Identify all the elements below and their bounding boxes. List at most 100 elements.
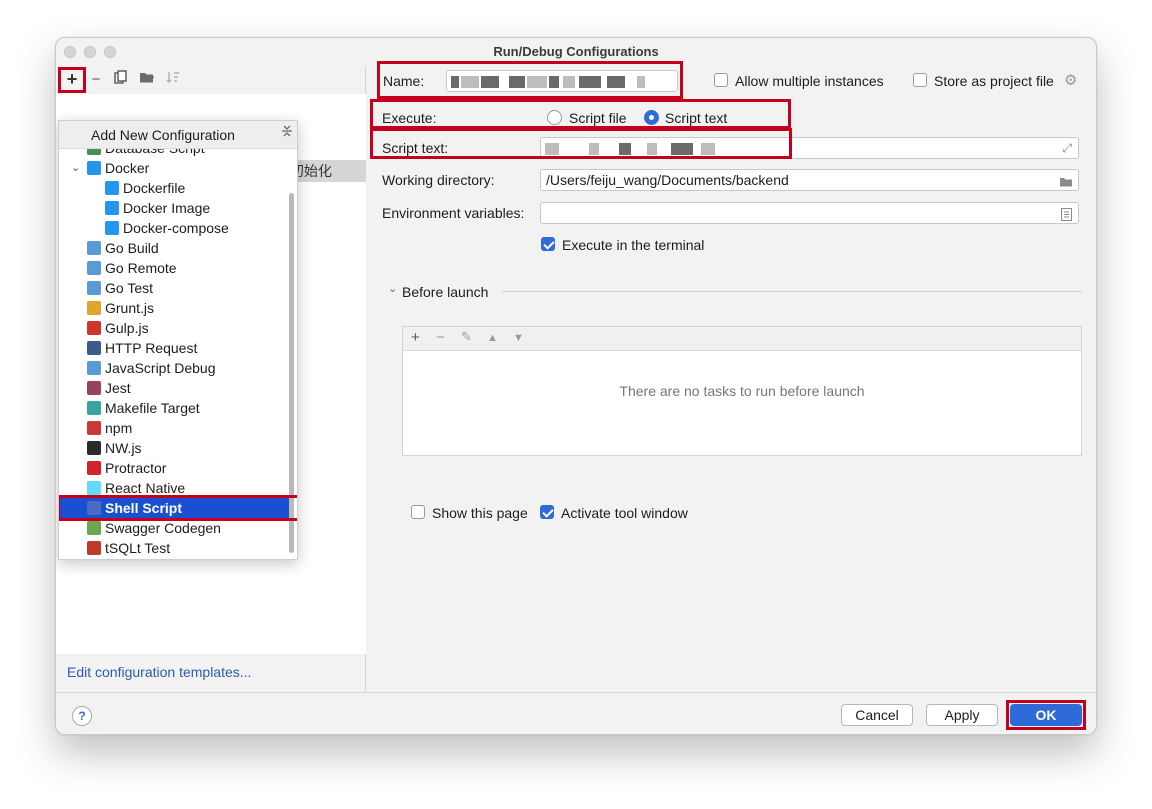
popup-item-label: Swagger Codegen [105,520,221,536]
execute-terminal-checkbox[interactable] [541,237,555,251]
before-launch-tasks: + − ✎ ▲ ▼ There are no tasks to run befo… [402,326,1082,456]
execute-terminal-label: Execute in the terminal [562,237,705,253]
popup-item-shell-script[interactable]: Shell Script [59,498,289,518]
popup-item-label: Gulp.js [105,320,149,336]
working-dir-value: /Users/feiju_wang/Documents/backend [546,172,789,188]
minus-icon[interactable]: − [85,69,107,91]
remove-task-icon[interactable]: − [436,329,445,346]
popup-item-dockerfile[interactable]: Dockerfile [59,178,289,198]
popup-item-go-test[interactable]: Go Test [59,278,289,298]
move-down-icon[interactable]: ▼ [513,332,524,344]
go-remote-icon [87,261,101,275]
sort-icon[interactable] [162,69,184,91]
popup-item-label: Docker [105,160,150,176]
script-text-option-label: Script text [665,110,728,126]
gear-icon[interactable]: ⚙ [1064,71,1077,89]
popup-item-label: npm [105,420,133,436]
nwjs-icon [87,441,101,455]
tsqlt-icon [87,541,101,555]
popup-item-database-script[interactable]: Database Script [59,149,289,158]
react-icon [87,481,101,495]
collapse-icon[interactable] [281,124,293,141]
popup-item-label: JavaScript Debug [105,360,216,376]
popup-item-go-build[interactable]: Go Build [59,238,289,258]
popup-item-protractor[interactable]: Protractor [59,458,289,478]
shell-script-icon [87,501,101,515]
popup-item-jest[interactable]: Jest [59,378,289,398]
popup-item-javascript-debug[interactable]: JavaScript Debug [59,358,289,378]
popup-scrollbar[interactable] [289,193,294,553]
before-launch-label[interactable]: Before launch [402,284,488,300]
edit-task-icon[interactable]: ✎ [461,329,472,345]
activate-tool-checkbox[interactable] [540,505,554,519]
popup-item-docker[interactable]: ⌄ Docker [59,158,289,178]
popup-item-gulp-js[interactable]: Gulp.js [59,318,289,338]
popup-item-swagger-codegen[interactable]: Swagger Codegen [59,518,289,538]
script-text-label: Script text: [382,140,449,156]
edit-templates-link[interactable]: Edit configuration templates... [67,664,251,680]
add-task-icon[interactable]: + [411,329,420,346]
configuration-type-list: Database Script ⌄ Docker Dockerfile Docker I… [59,149,297,559]
script-text-radio[interactable] [644,110,659,125]
popup-item-tsqlt-test[interactable]: tSQLt Test [59,538,289,558]
popup-item-label: NW.js [105,440,142,456]
close-window-icon[interactable] [64,46,76,58]
popup-item-grunt-js[interactable]: Grunt.js [59,298,289,318]
popup-item-nw-js[interactable]: NW.js [59,438,289,458]
name-field[interactable] [446,70,678,92]
allow-multiple-checkbox[interactable] [714,73,728,87]
api-icon [87,341,101,355]
plus-icon[interactable]: + [58,67,86,93]
script-text-field[interactable]: ⤢ [540,137,1079,159]
minimize-window-icon[interactable] [84,46,96,58]
popup-item-docker-image[interactable]: Docker Image [59,198,289,218]
name-label: Name: [383,73,425,89]
go-build-icon [87,241,101,255]
database-script-icon [87,149,101,155]
env-vars-label: Environment variables: [382,205,525,221]
popup-item-label: Makefile Target [105,400,200,416]
show-page-checkbox[interactable] [411,505,425,519]
apply-button[interactable]: Apply [926,704,998,726]
execute-label: Execute: [382,110,437,126]
help-icon[interactable]: ? [72,706,92,726]
before-launch-toolbar: + − ✎ ▲ ▼ [403,327,1081,351]
popup-item-label: Dockerfile [123,180,186,196]
zoom-window-icon[interactable] [104,46,116,58]
popup-item-label: Docker Image [123,200,211,216]
cancel-button[interactable]: Cancel [841,704,913,726]
ok-button[interactable]: OK [1010,704,1082,726]
go-test-icon [87,281,101,295]
popup-item-go-remote[interactable]: Go Remote [59,258,289,278]
document-icon[interactable] [1061,206,1072,226]
makefile-icon [87,401,101,415]
env-vars-field[interactable] [540,202,1079,224]
popup-item-label: Shell Script [105,500,183,516]
new-folder-icon[interactable] [136,69,158,91]
section-divider [502,291,1082,292]
script-file-radio[interactable] [547,110,562,125]
docker-icon [105,221,119,235]
popup-item-label: Protractor [105,460,167,476]
popup-item-label: Jest [105,380,131,396]
copy-icon[interactable] [110,69,132,91]
configurations-sidebar: + − 初始化 Edit configuration templates... … [56,66,366,692]
popup-item-docker-compose[interactable]: Docker-compose [59,218,289,238]
move-up-icon[interactable]: ▲ [487,332,498,344]
popup-item-makefile-target[interactable]: Makefile Target [59,398,289,418]
working-dir-field[interactable]: /Users/feiju_wang/Documents/backend [540,169,1079,191]
docker-icon [105,201,119,215]
popup-item-http-request[interactable]: HTTP Request [59,338,289,358]
popup-item-react-native[interactable]: React Native [59,478,289,498]
tree-item-partial[interactable]: 初始化 [288,160,366,182]
folder-browse-icon[interactable] [1059,173,1073,193]
chevron-down-icon[interactable]: ⌄ [388,282,397,295]
chevron-down-icon[interactable]: ⌄ [71,158,80,178]
store-project-checkbox[interactable] [913,73,927,87]
expand-icon[interactable]: ⤢ [1062,138,1072,158]
window-title: Run/Debug Configurations [493,44,659,59]
run-debug-configurations-dialog: Run/Debug Configurations + − 初始化 Edit co… [55,37,1097,735]
add-new-configuration-popup: Add New Configuration Database Script ⌄ Do… [58,120,298,560]
popup-item-npm[interactable]: npm [59,418,289,438]
no-tasks-message: There are no tasks to run before launch [619,383,865,399]
